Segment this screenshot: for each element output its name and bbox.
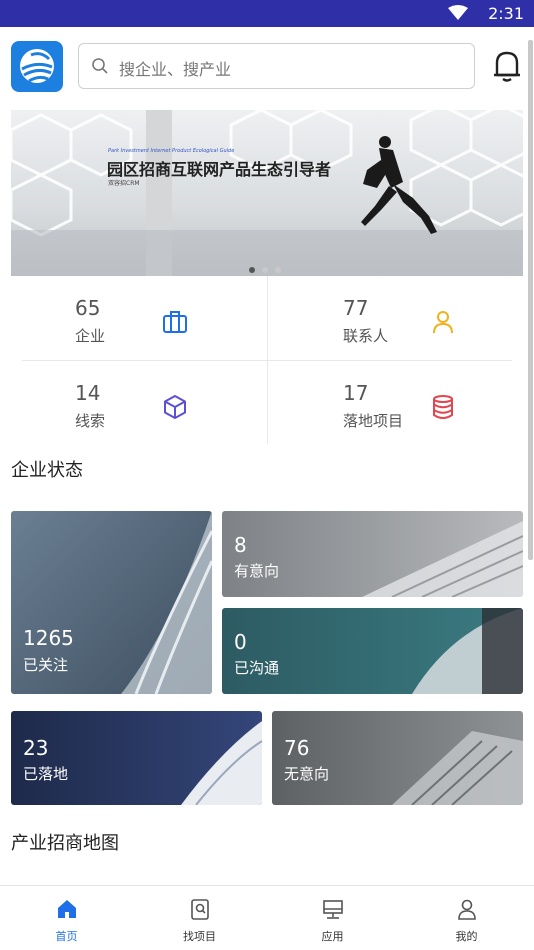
- header: 搜企业、搜产业: [0, 27, 534, 105]
- pagination-dot: [262, 267, 268, 273]
- app-logo: [11, 41, 63, 92]
- stats-grid: 65 企业 77 联系人 14 线索 17 落地项目: [22, 276, 512, 444]
- card-no-intent[interactable]: 76 无意向: [272, 711, 523, 805]
- card-value: 1265: [23, 626, 74, 650]
- building-image: [392, 731, 523, 805]
- person-icon: [433, 311, 453, 334]
- card-label: 已关注: [23, 656, 69, 674]
- card-value: 8: [234, 533, 247, 557]
- tab-label: 我的: [455, 930, 478, 943]
- pagination-dot: [249, 267, 255, 273]
- tab-profile[interactable]: 我的: [400, 886, 533, 950]
- stat-label: 落地项目: [343, 412, 404, 430]
- stat-value: 14: [75, 381, 101, 405]
- card-label: 有意向: [234, 562, 280, 580]
- find-project-icon: [191, 899, 209, 920]
- status-time: 2:31: [488, 4, 524, 23]
- card-contacted[interactable]: 0 已沟通: [222, 608, 523, 694]
- card-intent[interactable]: 8 有意向: [222, 511, 523, 597]
- stat-value: 77: [343, 296, 369, 320]
- stat-value: 17: [343, 381, 369, 405]
- cube-icon: [164, 395, 186, 419]
- search-icon: [92, 58, 108, 74]
- stat-leads[interactable]: 14 线索: [22, 361, 267, 445]
- search-placeholder: 搜企业、搜产业: [119, 60, 232, 79]
- search-input[interactable]: 搜企业、搜产业: [78, 43, 475, 89]
- pagination-dot: [275, 267, 281, 273]
- banner-subtitle: 双容招CRM: [108, 180, 140, 187]
- banner-subtitle-en: Park Investment Internet Product Ecologi…: [108, 148, 235, 154]
- stat-landed-projects[interactable]: 17 落地项目: [290, 361, 534, 445]
- stat-companies[interactable]: 65 企业: [22, 276, 267, 360]
- card-label: 已沟通: [234, 659, 280, 677]
- divider: [267, 276, 268, 444]
- banner-image: [11, 110, 523, 276]
- bottom-tab-bar: 首页 找项目 应用 我的: [0, 885, 534, 949]
- database-icon: [433, 395, 453, 419]
- stat-value: 65: [75, 296, 101, 320]
- card-landed[interactable]: 23 已落地: [11, 711, 262, 805]
- card-followed[interactable]: 1265 已关注: [11, 511, 212, 694]
- stat-label: 联系人: [343, 327, 389, 345]
- banner-pagination: [249, 258, 288, 276]
- briefcase-icon: [163, 311, 187, 333]
- bell-icon[interactable]: [492, 49, 522, 83]
- card-value: 23: [23, 736, 49, 760]
- status-bar: 2:31: [0, 0, 534, 27]
- section-title-company-status: 企业状态: [11, 460, 83, 481]
- card-label: 已落地: [23, 765, 69, 783]
- stat-label: 线索: [75, 412, 106, 430]
- tab-find-project[interactable]: 找项目: [133, 886, 266, 950]
- building-image: [362, 521, 523, 597]
- wifi-icon: [448, 5, 468, 20]
- section-title-industry-map: 产业招商地图: [11, 833, 119, 854]
- tab-apps[interactable]: 应用: [266, 886, 399, 950]
- home-icon: [58, 900, 76, 918]
- stat-contacts[interactable]: 77 联系人: [290, 276, 534, 360]
- tab-label: 应用: [321, 930, 344, 943]
- promo-banner[interactable]: Park Investment Internet Product Ecologi…: [11, 110, 523, 276]
- tab-home[interactable]: 首页: [0, 886, 133, 950]
- stat-label: 企业: [75, 327, 106, 345]
- card-label: 无意向: [284, 765, 330, 783]
- card-value: 0: [234, 630, 247, 654]
- apps-icon: [323, 900, 343, 919]
- tab-label: 找项目: [183, 930, 216, 943]
- scrollbar[interactable]: [528, 40, 533, 560]
- building-image: [181, 721, 262, 805]
- banner-title: 园区招商互联网产品生态引导者: [107, 160, 332, 179]
- profile-icon: [458, 899, 476, 920]
- tab-label: 首页: [55, 930, 78, 943]
- building-image: [412, 608, 523, 694]
- card-value: 76: [284, 736, 310, 760]
